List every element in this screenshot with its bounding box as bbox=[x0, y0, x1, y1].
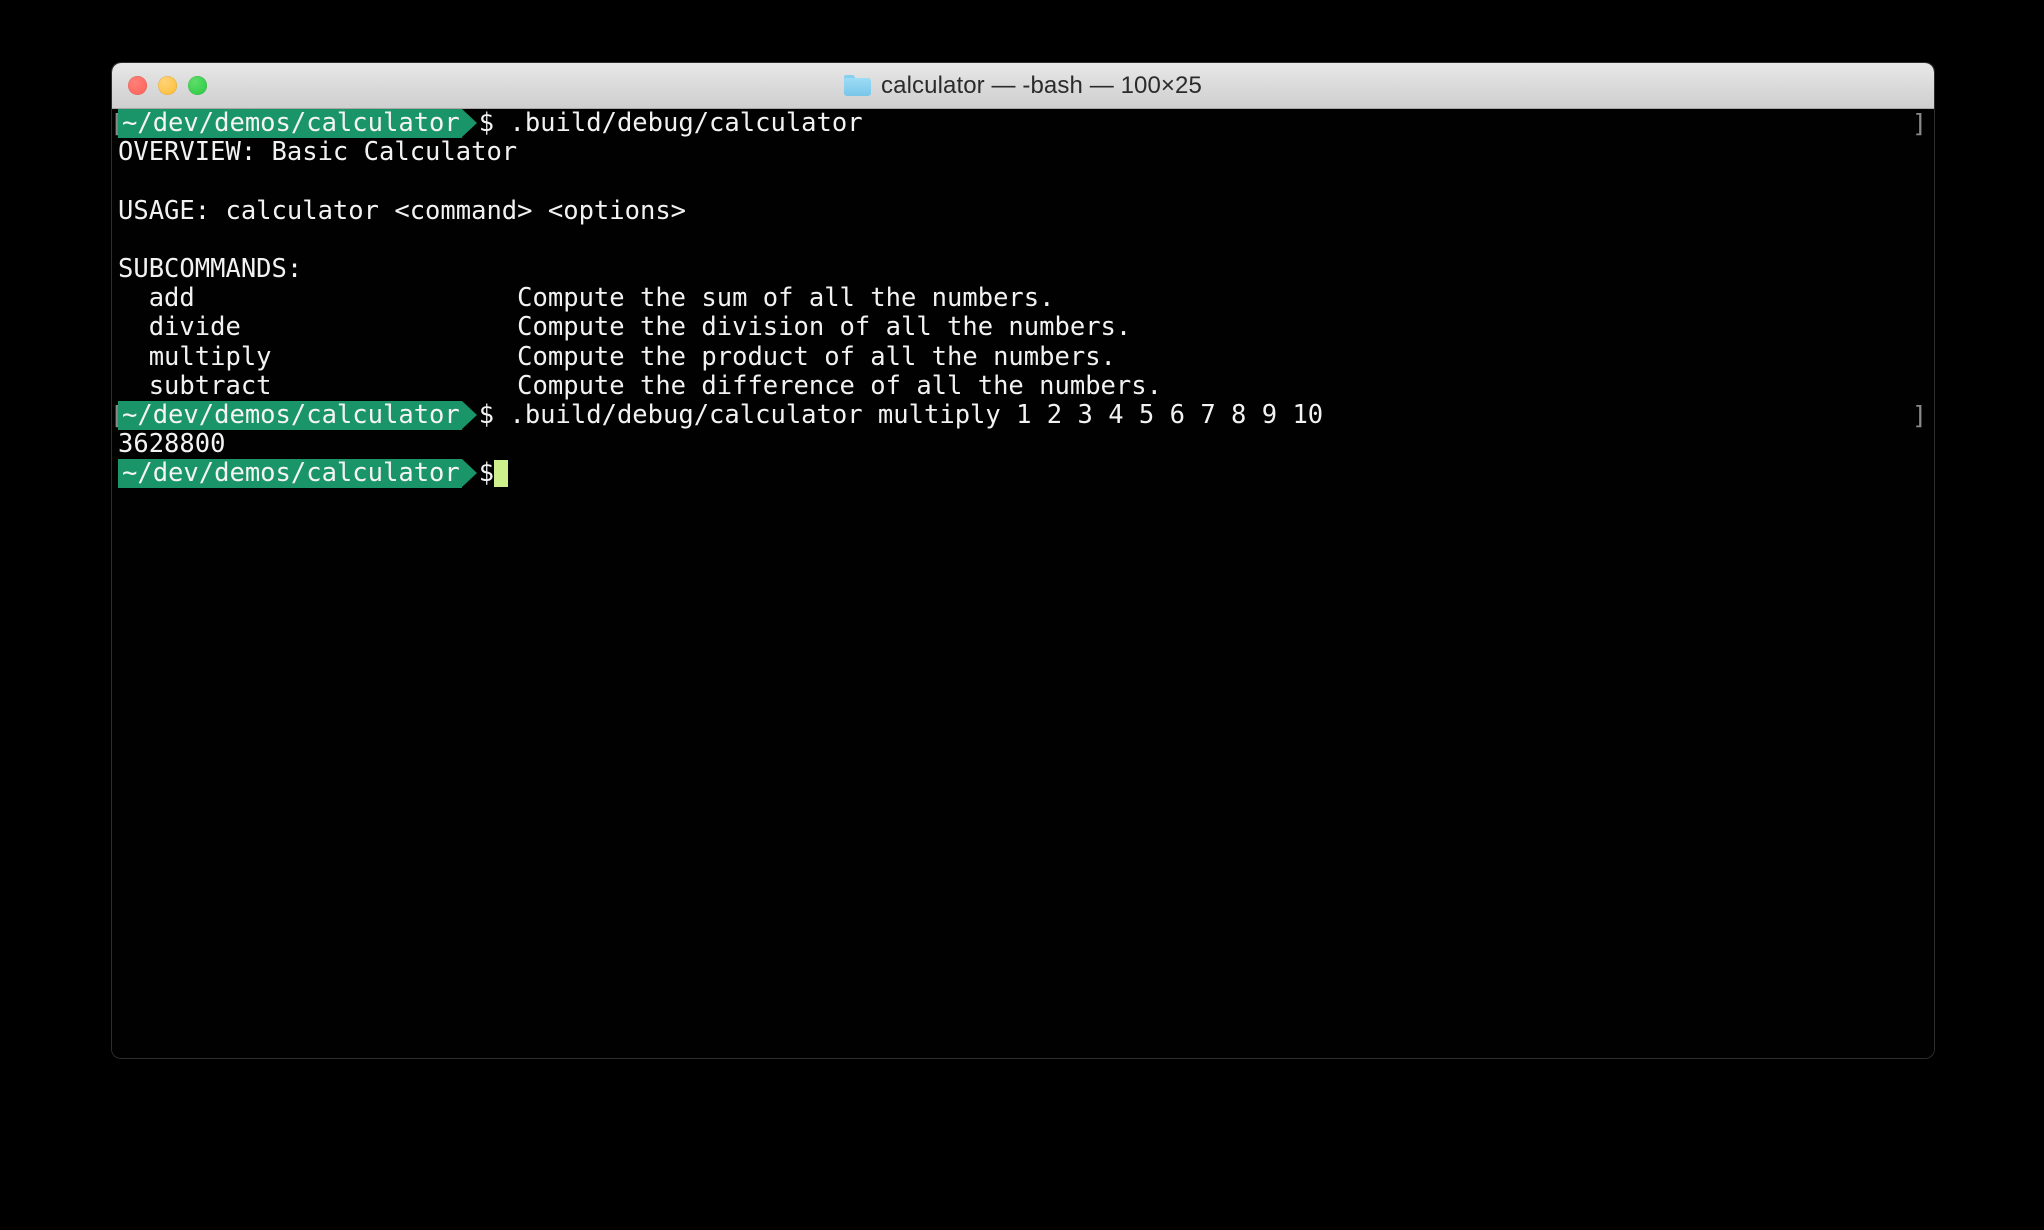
prompt-chevron-icon bbox=[461, 459, 477, 488]
terminal-output-line: OVERVIEW: Basic Calculator bbox=[118, 137, 518, 168]
traffic-light-group bbox=[128, 63, 207, 108]
prompt-path-segment: ~/dev/demos/calculator bbox=[118, 109, 462, 139]
screenshot-root: calculator — -bash — 100×25 [~/dev/demos… bbox=[0, 0, 2044, 1230]
terminal-output-line: add Compute the sum of all the numbers. bbox=[118, 283, 1055, 314]
prompt-dollar-symbol: $ bbox=[478, 458, 495, 489]
minimize-window-button[interactable] bbox=[158, 76, 177, 95]
window-titlebar[interactable]: calculator — -bash — 100×25 bbox=[112, 63, 1934, 109]
terminal-body[interactable]: [~/dev/demos/calculator$ .build/debug/ca… bbox=[112, 109, 1934, 1058]
terminal-command-text[interactable]: .build/debug/calculator multiply 1 2 3 4… bbox=[494, 400, 1323, 430]
terminal-prompt-line: [~/dev/demos/calculator$ .build/debug/ca… bbox=[112, 109, 1934, 139]
terminal-cursor bbox=[494, 460, 509, 488]
terminal-command-text[interactable]: .build/debug/calculator bbox=[494, 109, 862, 138]
terminal-output-line: subtract Compute the difference of all t… bbox=[118, 370, 1162, 401]
prompt-dollar-symbol: $ bbox=[478, 109, 495, 138]
prompt-path-segment: ~/dev/demos/calculator bbox=[118, 400, 462, 431]
close-window-button[interactable] bbox=[128, 76, 147, 95]
terminal-prompt-line: [~/dev/demos/calculator$ .build/debug/ca… bbox=[112, 399, 1934, 431]
terminal-prompt-line: ~/dev/demos/calculator $ bbox=[112, 458, 1934, 489]
prompt-dollar-symbol: $ bbox=[478, 399, 495, 430]
window-title-block: calculator — -bash — 100×25 bbox=[844, 72, 1202, 100]
prompt-marker-right: ] bbox=[1911, 400, 1927, 430]
terminal-output-line: 3628800 bbox=[118, 429, 226, 460]
prompt-path-segment: ~/dev/demos/calculator bbox=[118, 459, 462, 489]
terminal-output-line: USAGE: calculator <command> <options> bbox=[118, 195, 687, 226]
window-title-text: calculator — -bash — 100×25 bbox=[881, 71, 1202, 99]
terminal-output-line: divide Compute the division of all the n… bbox=[118, 312, 1132, 343]
terminal-output-line: multiply Compute the product of all the … bbox=[118, 341, 1116, 372]
maximize-window-button[interactable] bbox=[188, 76, 207, 95]
prompt-chevron-icon bbox=[461, 109, 477, 137]
terminal-output-line: SUBCOMMANDS: bbox=[118, 253, 303, 284]
prompt-chevron-icon bbox=[461, 400, 477, 429]
terminal-screen[interactable]: [~/dev/demos/calculator$ .build/debug/ca… bbox=[112, 109, 1934, 1058]
folder-icon bbox=[844, 75, 872, 96]
terminal-window: calculator — -bash — 100×25 [~/dev/demos… bbox=[112, 63, 1934, 1058]
prompt-marker-right: ] bbox=[1911, 109, 1927, 138]
